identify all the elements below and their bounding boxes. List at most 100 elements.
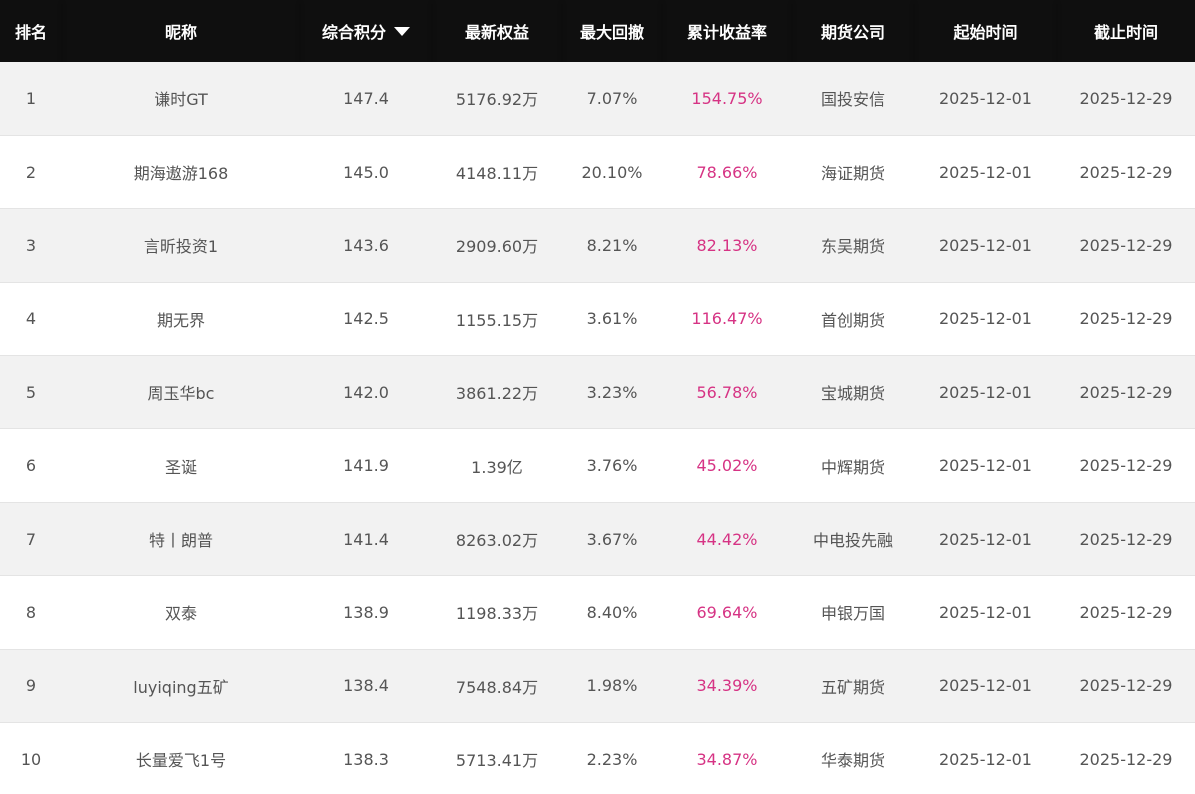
equity-cell: 1.39亿 bbox=[432, 428, 562, 503]
cumulative-return-cell: 34.39% bbox=[662, 648, 792, 723]
cumulative-return-cell: 154.75% bbox=[691, 88, 763, 108]
futures-company-cell: 宝城期货 bbox=[792, 355, 914, 429]
cumulative-return-cell: 78.66% bbox=[662, 134, 792, 209]
nickname-cell[interactable]: 谦时GT bbox=[62, 62, 300, 135]
futures-company-cell: 五矿期货 bbox=[792, 648, 914, 723]
nickname-cell[interactable]: 期无界 bbox=[62, 281, 300, 356]
score-cell: 138.3 bbox=[300, 722, 432, 794]
table-row[interactable]: 9 luyiqing五矿 138.4 7548.84万 1.98% 34.39%… bbox=[0, 648, 1195, 723]
header-row: 排名 昵称 综合积分 最新权益 最大回撤 累计收益率 期货公司 起始时间 截止时… bbox=[0, 0, 1195, 62]
nickname-cell[interactable]: 周玉华bc bbox=[62, 355, 300, 429]
score-cell: 142.0 bbox=[300, 355, 432, 429]
equity-cell: 1198.33万 bbox=[432, 575, 562, 650]
max-drawdown-cell: 8.40% bbox=[562, 575, 662, 650]
table-row[interactable]: 3 言昕投资1 143.6 2909.60万 8.21% 82.13% 东吴期货… bbox=[0, 208, 1195, 283]
end-date-cell: 2025-12-29 bbox=[1057, 575, 1195, 650]
end-date-cell: 2025-12-29 bbox=[1057, 134, 1195, 209]
equity-cell: 5176.92万 bbox=[455, 90, 539, 110]
nickname-cell[interactable]: 长量爱飞1号 bbox=[62, 722, 300, 794]
start-date-cell: 2025-12-01 bbox=[914, 722, 1057, 794]
start-date-cell: 2025-12-01 bbox=[914, 281, 1057, 356]
cumulative-return-cell: 69.64% bbox=[662, 575, 792, 650]
end-date-cell: 2025-12-29 bbox=[1057, 428, 1195, 503]
caret-down-icon[interactable] bbox=[394, 27, 410, 36]
max-drawdown-cell: 1.98% bbox=[562, 648, 662, 723]
score-cell: 138.9 bbox=[300, 575, 432, 650]
header-cumulative-return[interactable]: 累计收益率 bbox=[662, 0, 792, 62]
equity-cell: 3861.22万 bbox=[432, 355, 562, 429]
score-cell: 147.4 bbox=[343, 88, 389, 108]
header-rank[interactable]: 排名 bbox=[0, 0, 62, 62]
table-row[interactable]: 1 谦时GT 147.4 5176.92万 7.07% 154.75% 国投安信… bbox=[0, 62, 1195, 136]
end-date-cell: 2025-12-29 bbox=[1057, 648, 1195, 723]
header-start-date[interactable]: 起始时间 bbox=[914, 0, 1057, 62]
rank-cell: 8 bbox=[0, 575, 62, 650]
max-drawdown-cell: 7.07% bbox=[586, 88, 638, 108]
futures-company-cell: 中辉期货 bbox=[792, 428, 914, 503]
max-drawdown-cell: 3.67% bbox=[562, 501, 662, 576]
end-date-cell: 2025-12-29 bbox=[1057, 281, 1195, 356]
nickname-cell[interactable]: luyiqing五矿 bbox=[62, 648, 300, 723]
max-drawdown-cell: 3.23% bbox=[562, 355, 662, 429]
futures-company-cell: 中电投先融 bbox=[792, 501, 914, 576]
header-score-label: 综合积分 bbox=[321, 23, 386, 42]
equity-cell: 1155.15万 bbox=[432, 281, 562, 356]
start-date-cell: 2025-12-01 bbox=[914, 355, 1057, 429]
start-date-cell: 2025-12-01 bbox=[914, 648, 1057, 723]
table-row[interactable]: 5 周玉华bc 142.0 3861.22万 3.23% 56.78% 宝城期货… bbox=[0, 355, 1195, 429]
rank-cell: 7 bbox=[0, 501, 62, 576]
equity-cell: 7548.84万 bbox=[432, 648, 562, 723]
nickname-cell[interactable]: 双泰 bbox=[62, 575, 300, 650]
max-drawdown-cell: 8.21% bbox=[562, 208, 662, 283]
end-date-cell: 2025-12-29 bbox=[1079, 88, 1173, 108]
table-row[interactable]: 8 双泰 138.9 1198.33万 8.40% 69.64% 申银万国 20… bbox=[0, 575, 1195, 650]
header-futures-company[interactable]: 期货公司 bbox=[792, 0, 914, 62]
score-cell: 141.4 bbox=[300, 501, 432, 576]
equity-cell: 5713.41万 bbox=[432, 722, 562, 794]
nickname-cell[interactable]: 圣诞 bbox=[62, 428, 300, 503]
header-nickname[interactable]: 昵称 bbox=[62, 0, 300, 62]
max-drawdown-cell: 20.10% bbox=[562, 134, 662, 209]
table-row[interactable]: 6 圣诞 141.9 1.39亿 3.76% 45.02% 中辉期货 2025-… bbox=[0, 428, 1195, 503]
max-drawdown-cell: 2.23% bbox=[562, 722, 662, 794]
equity-cell: 4148.11万 bbox=[432, 134, 562, 209]
cumulative-return-cell: 116.47% bbox=[662, 281, 792, 356]
score-cell: 142.5 bbox=[300, 281, 432, 356]
header-end-date[interactable]: 截止时间 bbox=[1057, 0, 1195, 62]
rank-cell: 1 bbox=[25, 88, 37, 108]
rank-cell: 10 bbox=[0, 722, 62, 794]
table-row[interactable]: 4 期无界 142.5 1155.15万 3.61% 116.47% 首创期货 … bbox=[0, 281, 1195, 356]
max-drawdown-cell: 3.61% bbox=[562, 281, 662, 356]
end-date-cell: 2025-12-29 bbox=[1057, 722, 1195, 794]
table-header: 排名 昵称 综合积分 最新权益 最大回撤 累计收益率 期货公司 起始时间 截止时… bbox=[0, 0, 1195, 62]
end-date-cell: 2025-12-29 bbox=[1057, 501, 1195, 576]
start-date-cell: 2025-12-01 bbox=[914, 428, 1057, 503]
header-max-drawdown[interactable]: 最大回撤 bbox=[562, 0, 662, 62]
cumulative-return-cell: 34.87% bbox=[662, 722, 792, 794]
score-cell: 143.6 bbox=[300, 208, 432, 283]
score-cell: 138.4 bbox=[300, 648, 432, 723]
cumulative-return-cell: 45.02% bbox=[662, 428, 792, 503]
nickname-cell[interactable]: 特丨朗普 bbox=[62, 501, 300, 576]
equity-cell: 2909.60万 bbox=[432, 208, 562, 283]
table-row[interactable]: 2 期海遨游168 145.0 4148.11万 20.10% 78.66% 海… bbox=[0, 134, 1195, 209]
nickname-cell[interactable]: 期海遨游168 bbox=[62, 134, 300, 209]
futures-company-cell: 华泰期货 bbox=[792, 722, 914, 794]
table-body: 1 谦时GT 147.4 5176.92万 7.07% 154.75% 国投安信… bbox=[0, 62, 1195, 794]
futures-company-cell: 东吴期货 bbox=[792, 208, 914, 283]
table-row[interactable]: 10 长量爱飞1号 138.3 5713.41万 2.23% 34.87% 华泰… bbox=[0, 722, 1195, 794]
table-row[interactable]: 7 特丨朗普 141.4 8263.02万 3.67% 44.42% 中电投先融… bbox=[0, 501, 1195, 576]
header-equity[interactable]: 最新权益 bbox=[432, 0, 562, 62]
futures-company-cell: 首创期货 bbox=[792, 281, 914, 356]
rank-cell: 9 bbox=[0, 648, 62, 723]
equity-cell: 8263.02万 bbox=[432, 501, 562, 576]
cumulative-return-cell: 44.42% bbox=[662, 501, 792, 576]
start-date-cell: 2025-12-01 bbox=[939, 88, 1032, 108]
rank-cell: 6 bbox=[0, 428, 62, 503]
nickname-cell[interactable]: 言昕投资1 bbox=[62, 208, 300, 283]
header-score[interactable]: 综合积分 bbox=[300, 0, 432, 62]
rank-cell: 3 bbox=[0, 208, 62, 283]
start-date-cell: 2025-12-01 bbox=[914, 134, 1057, 209]
score-cell: 141.9 bbox=[300, 428, 432, 503]
end-date-cell: 2025-12-29 bbox=[1057, 208, 1195, 283]
